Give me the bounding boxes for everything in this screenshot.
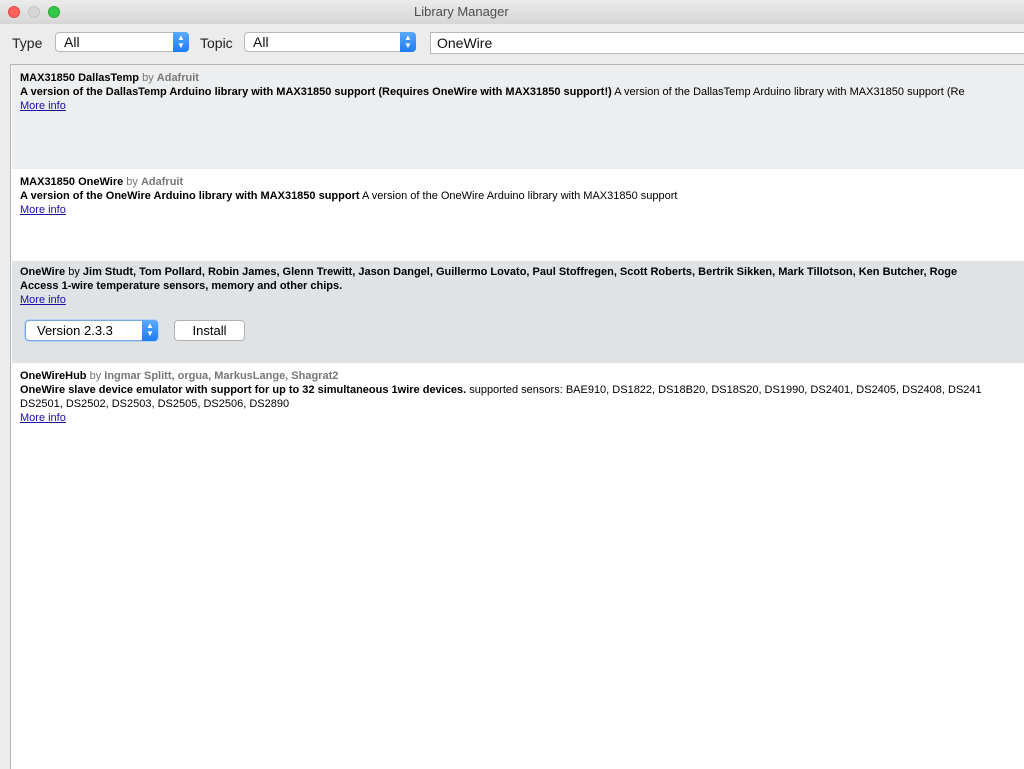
library-name: MAX31850 OneWire bbox=[20, 176, 124, 188]
type-label: Type bbox=[12, 35, 43, 51]
more-info-link[interactable]: More info bbox=[20, 411, 1024, 425]
list-item[interactable]: OneWireHub by Ingmar Splitt, orgua, Mark… bbox=[12, 363, 1024, 443]
library-description: A version of the OneWire Arduino library… bbox=[20, 189, 1024, 203]
more-info-link[interactable]: More info bbox=[20, 203, 1024, 217]
library-authors: Adafruit bbox=[140, 176, 184, 188]
version-select-value: Version 2.3.3 bbox=[37, 323, 113, 338]
by-label: by bbox=[89, 370, 102, 382]
topic-select[interactable]: All ▲ ▼ bbox=[244, 32, 416, 52]
library-header: MAX31850 OneWire by Adafruit bbox=[20, 175, 1024, 189]
library-description: OneWire slave device emulator with suppo… bbox=[20, 383, 1024, 397]
library-authors: Ingmar Splitt, orgua, MarkusLange, Shagr… bbox=[104, 370, 339, 382]
more-info-link[interactable]: More info bbox=[20, 99, 1024, 113]
library-sentence: A version of the OneWire Arduino library… bbox=[20, 190, 360, 202]
filter-bar: Type All ▲ ▼ Topic All ▲ ▼ OneWire bbox=[0, 24, 1024, 62]
library-paragraph-continued: DS2501, DS2502, DS2503, DS2505, DS2506, … bbox=[20, 398, 290, 410]
library-name: MAX31850 DallasTemp bbox=[20, 72, 140, 84]
by-label: by bbox=[142, 72, 154, 84]
library-authors: Adafruit bbox=[156, 72, 199, 84]
topic-label: Topic bbox=[200, 35, 233, 51]
search-input[interactable]: OneWire bbox=[430, 32, 1024, 54]
library-paragraph: A version of the OneWire Arduino library… bbox=[361, 190, 678, 202]
library-authors: Jim Studt, Tom Pollard, Robin James, Gle… bbox=[82, 266, 958, 278]
library-name: OneWire bbox=[20, 266, 66, 278]
library-description: Access 1-wire temperature sensors, memor… bbox=[20, 279, 1024, 293]
list-item-selected[interactable]: OneWire by Jim Studt, Tom Pollard, Robin… bbox=[12, 261, 1024, 363]
install-button[interactable]: Install bbox=[174, 320, 245, 341]
library-name: OneWireHub bbox=[20, 370, 87, 382]
topic-select-value: All bbox=[253, 34, 269, 50]
library-paragraph: supported sensors: BAE910, DS1822, DS18B… bbox=[469, 384, 982, 396]
version-select[interactable]: Version 2.3.3 ▲ ▼ bbox=[25, 320, 158, 341]
library-header: OneWireHub by Ingmar Splitt, orgua, Mark… bbox=[20, 369, 1024, 383]
library-sentence: OneWire slave device emulator with suppo… bbox=[20, 384, 467, 396]
by-label: by bbox=[68, 266, 80, 278]
chevron-up-down-icon: ▲ ▼ bbox=[400, 32, 416, 52]
library-list[interactable]: MAX31850 DallasTemp by Adafruit A versio… bbox=[10, 64, 1024, 769]
library-description: A version of the DallasTemp Arduino libr… bbox=[20, 85, 1024, 99]
title-bar: Library Manager bbox=[0, 0, 1024, 25]
library-sentence: Access 1-wire temperature sensors, memor… bbox=[20, 280, 343, 292]
type-select[interactable]: All ▲ ▼ bbox=[55, 32, 189, 52]
type-select-value: All bbox=[64, 34, 80, 50]
more-info-link[interactable]: More info bbox=[20, 293, 1024, 307]
by-label: by bbox=[126, 176, 138, 188]
list-item[interactable]: MAX31850 DallasTemp by Adafruit A versio… bbox=[12, 65, 1024, 169]
list-item[interactable]: MAX31850 OneWire by Adafruit A version o… bbox=[12, 169, 1024, 261]
chevron-up-down-icon: ▲ ▼ bbox=[142, 320, 158, 341]
library-sentence: A version of the DallasTemp Arduino libr… bbox=[20, 86, 612, 98]
chevron-up-down-icon: ▲ ▼ bbox=[173, 32, 189, 52]
library-paragraph: A version of the DallasTemp Arduino libr… bbox=[614, 86, 965, 98]
window-title: Library Manager bbox=[414, 4, 509, 19]
library-header: MAX31850 DallasTemp by Adafruit bbox=[20, 71, 1024, 85]
library-header: OneWire by Jim Studt, Tom Pollard, Robin… bbox=[20, 265, 1024, 279]
